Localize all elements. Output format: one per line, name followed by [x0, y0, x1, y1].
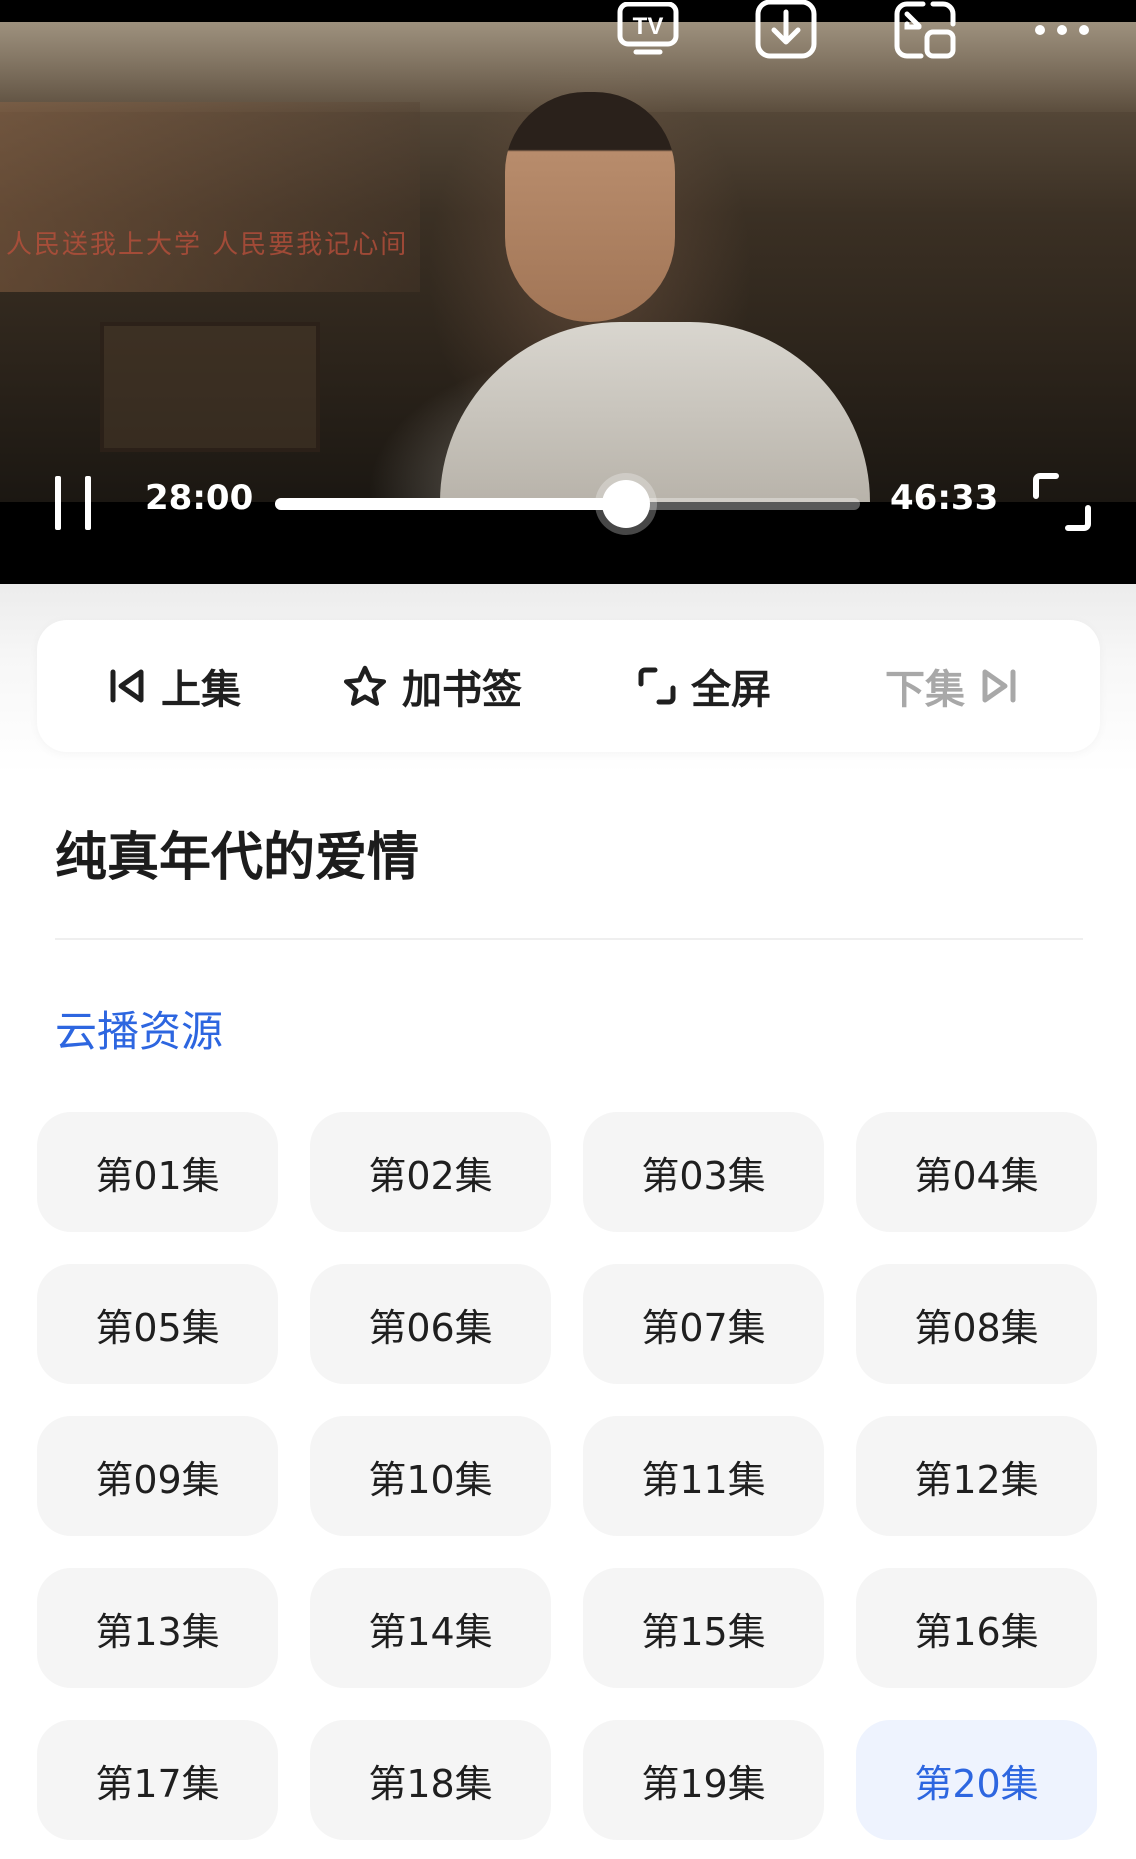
pause-icon [55, 476, 61, 530]
poster-text: 人民送我上大学 人民要我记心间 [6, 230, 409, 260]
video-player[interactable]: 人民送我上大学 人民要我记心间 TV 28:00 46:33 [0, 0, 1136, 584]
bookmark-label: 加书签 [402, 667, 522, 713]
episode-button[interactable]: 第14集 [310, 1568, 551, 1688]
current-time: 28:00 [145, 478, 254, 518]
action-area: 上集 加书签 全屏 下集 [0, 584, 1136, 774]
episode-button[interactable]: 第07集 [583, 1264, 824, 1384]
episode-button[interactable]: 第15集 [583, 1568, 824, 1688]
action-bar: 上集 加书签 全屏 下集 [37, 620, 1100, 752]
episode-button[interactable]: 第04集 [856, 1112, 1097, 1232]
tv-cast-icon[interactable]: TV [616, 0, 680, 60]
bookmark-button[interactable]: 加书签 [342, 620, 522, 752]
progress-fill [275, 498, 626, 510]
episode-button[interactable]: 第17集 [37, 1720, 278, 1840]
progress-thumb[interactable] [602, 480, 650, 528]
episode-button[interactable]: 第06集 [310, 1264, 551, 1384]
progress-bar[interactable] [275, 480, 860, 528]
episode-button[interactable]: 第20集 [856, 1720, 1097, 1840]
previous-episode-label: 上集 [161, 667, 241, 713]
svg-text:TV: TV [633, 13, 664, 40]
episode-button[interactable]: 第05集 [37, 1264, 278, 1384]
episode-button[interactable]: 第12集 [856, 1416, 1097, 1536]
next-episode-label: 下集 [885, 667, 965, 713]
skip-previous-icon [110, 669, 144, 703]
source-tab[interactable]: 云播资源 [55, 998, 223, 1059]
fullscreen-button[interactable] [1030, 470, 1094, 534]
episode-button[interactable]: 第02集 [310, 1112, 551, 1232]
fullscreen-action-button[interactable]: 全屏 [637, 620, 771, 752]
download-icon[interactable] [754, 0, 818, 60]
playback-controls: 28:00 46:33 [0, 460, 1136, 544]
video-scene-picture [100, 322, 320, 452]
video-frame[interactable]: 人民送我上大学 人民要我记心间 [0, 22, 1136, 502]
episode-button[interactable]: 第13集 [37, 1568, 278, 1688]
pause-button[interactable] [52, 472, 96, 532]
episode-button[interactable]: 第03集 [583, 1112, 824, 1232]
fullscreen-label: 全屏 [691, 667, 771, 713]
next-episode-button[interactable]: 下集 [885, 620, 1019, 752]
episode-button[interactable]: 第16集 [856, 1568, 1097, 1688]
picture-in-picture-icon[interactable] [893, 0, 957, 60]
episode-button[interactable]: 第18集 [310, 1720, 551, 1840]
star-icon [343, 665, 387, 706]
pause-icon [85, 476, 91, 530]
episode-button[interactable]: 第19集 [583, 1720, 824, 1840]
fullscreen-icon [638, 667, 676, 705]
episode-button[interactable]: 第01集 [37, 1112, 278, 1232]
more-icon[interactable] [1030, 0, 1094, 60]
video-scene-poster [0, 102, 420, 292]
skip-next-icon [982, 669, 1016, 703]
show-title: 纯真年代的爱情 [55, 828, 420, 888]
episode-button[interactable]: 第09集 [37, 1416, 278, 1536]
episode-button[interactable]: 第08集 [856, 1264, 1097, 1384]
video-scene-person-head [505, 92, 675, 322]
previous-episode-button[interactable]: 上集 [107, 620, 241, 752]
divider [55, 938, 1083, 940]
fullscreen-icon [1033, 473, 1091, 531]
episode-button[interactable]: 第11集 [583, 1416, 824, 1536]
total-time: 46:33 [890, 478, 999, 518]
episode-button[interactable]: 第10集 [310, 1416, 551, 1536]
